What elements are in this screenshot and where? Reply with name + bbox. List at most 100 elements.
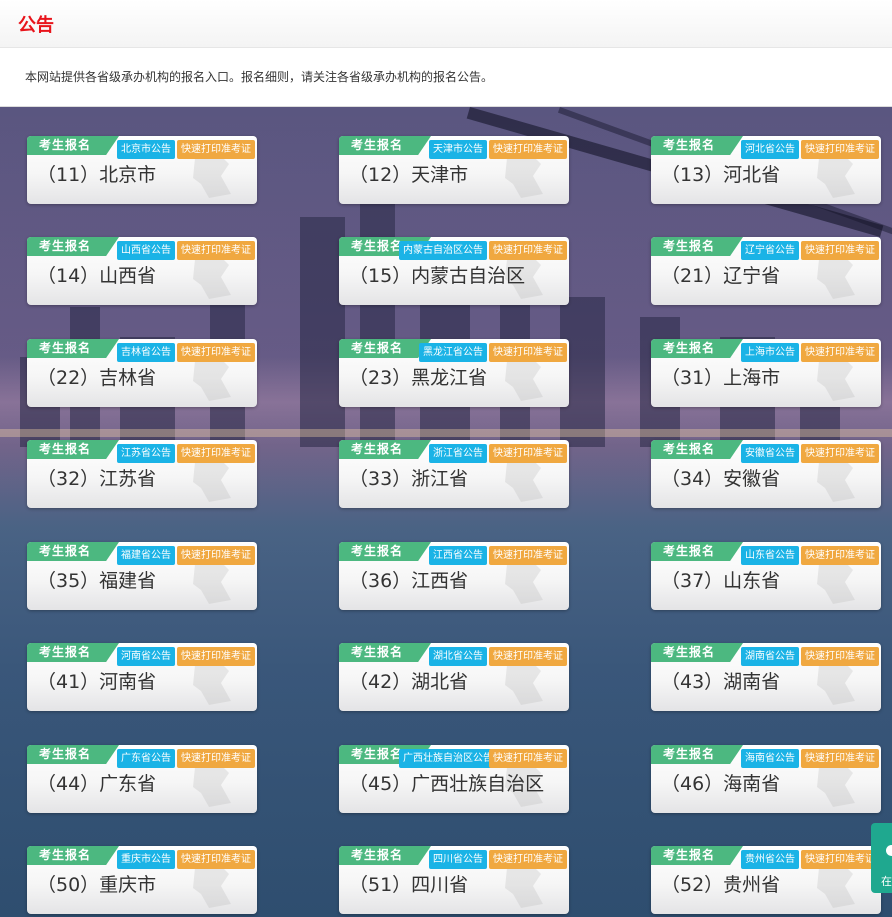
register-ribbon[interactable]: 考生报名 xyxy=(339,542,431,561)
province-notice-tag[interactable]: 重庆市公告 xyxy=(117,850,175,869)
province-notice-tag[interactable]: 四川省公告 xyxy=(429,850,487,869)
register-ribbon[interactable]: 考生报名 xyxy=(339,440,431,459)
province-card[interactable]: 考生报名 江苏省公告 快速打印准考证 （32）江苏省 xyxy=(27,440,257,508)
register-ribbon[interactable]: 考生报名 xyxy=(27,846,119,865)
province-card[interactable]: 考生报名 天津市公告 快速打印准考证 （12）天津市 xyxy=(339,136,569,204)
province-notice-tag[interactable]: 浙江省公告 xyxy=(429,444,487,463)
print-admission-ticket-tag[interactable]: 快速打印准考证 xyxy=(489,444,567,463)
print-admission-ticket-tag[interactable]: 快速打印准考证 xyxy=(177,444,255,463)
province-card[interactable]: 考生报名 河北省公告 快速打印准考证 （13）河北省 xyxy=(651,136,881,204)
province-notice-tag[interactable]: 北京市公告 xyxy=(117,140,175,159)
province-notice-tag[interactable]: 湖北省公告 xyxy=(429,647,487,666)
province-card[interactable]: 考生报名 安徽省公告 快速打印准考证 （34）安徽省 xyxy=(651,440,881,508)
register-ribbon[interactable]: 考生报名 xyxy=(27,237,119,256)
province-card[interactable]: 考生报名 北京市公告 快速打印准考证 （11）北京市 xyxy=(27,136,257,204)
province-card[interactable]: 考生报名 湖北省公告 快速打印准考证 （42）湖北省 xyxy=(339,643,569,711)
print-admission-ticket-tag[interactable]: 快速打印准考证 xyxy=(177,241,255,260)
print-admission-ticket-tag[interactable]: 快速打印准考证 xyxy=(801,241,879,260)
print-admission-ticket-tag[interactable]: 快速打印准考证 xyxy=(177,546,255,565)
province-card[interactable]: 考生报名 山西省公告 快速打印准考证 （14）山西省 xyxy=(27,237,257,305)
province-notice-tag[interactable]: 安徽省公告 xyxy=(741,444,799,463)
register-ribbon[interactable]: 考生报名 xyxy=(27,440,119,459)
province-card[interactable]: 考生报名 江西省公告 快速打印准考证 （36）江西省 xyxy=(339,542,569,610)
print-admission-ticket-tag[interactable]: 快速打印准考证 xyxy=(801,647,879,666)
register-ribbon[interactable]: 考生报名 xyxy=(651,846,743,865)
province-name: （22）吉林省 xyxy=(37,367,157,389)
province-card[interactable]: 考生报名 重庆市公告 快速打印准考证 （50）重庆市 xyxy=(27,846,257,914)
province-card[interactable]: 考生报名 福建省公告 快速打印准考证 （35）福建省 xyxy=(27,542,257,610)
print-admission-ticket-tag[interactable]: 快速打印准考证 xyxy=(489,850,567,869)
print-admission-ticket-tag[interactable]: 快速打印准考证 xyxy=(177,850,255,869)
print-admission-ticket-tag[interactable]: 快速打印准考证 xyxy=(489,647,567,666)
register-ribbon[interactable]: 考生报名 xyxy=(651,440,743,459)
province-notice-tag[interactable]: 广西壮族自治区公告 xyxy=(399,749,497,768)
province-card[interactable]: 考生报名 吉林省公告 快速打印准考证 （22）吉林省 xyxy=(27,339,257,407)
province-notice-tag[interactable]: 山东省公告 xyxy=(741,546,799,565)
register-ribbon[interactable]: 考生报名 xyxy=(27,136,119,155)
province-card[interactable]: 考生报名 四川省公告 快速打印准考证 （51）四川省 xyxy=(339,846,569,914)
province-notice-tag[interactable]: 山西省公告 xyxy=(117,241,175,260)
register-ribbon[interactable]: 考生报名 xyxy=(27,643,119,662)
register-ribbon[interactable]: 考生报名 xyxy=(651,136,743,155)
province-notice-tag[interactable]: 吉林省公告 xyxy=(117,343,175,362)
print-admission-ticket-tag[interactable]: 快速打印准考证 xyxy=(801,749,879,768)
province-card[interactable]: 考生报名 海南省公告 快速打印准考证 （46）海南省 xyxy=(651,745,881,813)
print-admission-ticket-tag[interactable]: 快速打印准考证 xyxy=(177,647,255,666)
province-notice-tag[interactable]: 海南省公告 xyxy=(741,749,799,768)
province-name: （14）山西省 xyxy=(37,265,157,287)
province-card[interactable]: 考生报名 上海市公告 快速打印准考证 （31）上海市 xyxy=(651,339,881,407)
province-notice-tag[interactable]: 江西省公告 xyxy=(429,546,487,565)
province-card[interactable]: 考生报名 广西壮族自治区公告 快速打印准考证 （45）广西壮族自治区 xyxy=(339,745,569,813)
province-name: （42）湖北省 xyxy=(349,671,469,693)
province-card[interactable]: 考生报名 内蒙古自治区公告 快速打印准考证 （15）内蒙古自治区 xyxy=(339,237,569,305)
register-ribbon[interactable]: 考生报名 xyxy=(27,745,119,764)
print-admission-ticket-tag[interactable]: 快速打印准考证 xyxy=(801,444,879,463)
province-card[interactable]: 考生报名 山东省公告 快速打印准考证 （37）山东省 xyxy=(651,542,881,610)
online-consult-button[interactable]: 在 xyxy=(871,823,892,893)
register-ribbon[interactable]: 考生报名 xyxy=(339,846,431,865)
print-admission-ticket-tag[interactable]: 快速打印准考证 xyxy=(801,546,879,565)
province-card[interactable]: 考生报名 湖南省公告 快速打印准考证 （43）湖南省 xyxy=(651,643,881,711)
province-notice-tag[interactable]: 天津市公告 xyxy=(429,140,487,159)
province-notice-tag[interactable]: 辽宁省公告 xyxy=(741,241,799,260)
print-admission-ticket-tag[interactable]: 快速打印准考证 xyxy=(489,749,567,768)
province-notice-tag[interactable]: 内蒙古自治区公告 xyxy=(399,241,487,260)
province-notice-tag[interactable]: 江苏省公告 xyxy=(117,444,175,463)
print-admission-ticket-tag[interactable]: 快速打印准考证 xyxy=(801,343,879,362)
register-ribbon[interactable]: 考生报名 xyxy=(27,542,119,561)
province-name: （35）福建省 xyxy=(37,570,157,592)
register-ribbon[interactable]: 考生报名 xyxy=(651,745,743,764)
register-ribbon[interactable]: 考生报名 xyxy=(339,643,431,662)
register-ribbon[interactable]: 考生报名 xyxy=(339,136,431,155)
province-notice-tag[interactable]: 福建省公告 xyxy=(117,546,175,565)
register-ribbon[interactable]: 考生报名 xyxy=(651,237,743,256)
register-ribbon[interactable]: 考生报名 xyxy=(651,542,743,561)
print-admission-ticket-tag[interactable]: 快速打印准考证 xyxy=(489,241,567,260)
register-ribbon[interactable]: 考生报名 xyxy=(27,339,119,358)
province-card[interactable]: 考生报名 浙江省公告 快速打印准考证 （33）浙江省 xyxy=(339,440,569,508)
print-admission-ticket-tag[interactable]: 快速打印准考证 xyxy=(489,140,567,159)
province-card[interactable]: 考生报名 广东省公告 快速打印准考证 （44）广东省 xyxy=(27,745,257,813)
print-admission-ticket-tag[interactable]: 快速打印准考证 xyxy=(489,546,567,565)
province-card[interactable]: 考生报名 黑龙江省公告 快速打印准考证 （23）黑龙江省 xyxy=(339,339,569,407)
province-notice-tag[interactable]: 河北省公告 xyxy=(741,140,799,159)
register-ribbon[interactable]: 考生报名 xyxy=(651,643,743,662)
print-admission-ticket-tag[interactable]: 快速打印准考证 xyxy=(489,343,567,362)
province-card[interactable]: 考生报名 辽宁省公告 快速打印准考证 （21）辽宁省 xyxy=(651,237,881,305)
province-name: （34）安徽省 xyxy=(661,468,781,490)
print-admission-ticket-tag[interactable]: 快速打印准考证 xyxy=(177,749,255,768)
province-card[interactable]: 考生报名 河南省公告 快速打印准考证 （41）河南省 xyxy=(27,643,257,711)
province-notice-tag[interactable]: 黑龙江省公告 xyxy=(419,343,487,362)
province-notice-tag[interactable]: 广东省公告 xyxy=(117,749,175,768)
province-notice-tag[interactable]: 河南省公告 xyxy=(117,647,175,666)
print-admission-ticket-tag[interactable]: 快速打印准考证 xyxy=(177,140,255,159)
province-notice-tag[interactable]: 上海市公告 xyxy=(741,343,799,362)
print-admission-ticket-tag[interactable]: 快速打印准考证 xyxy=(177,343,255,362)
province-card[interactable]: 考生报名 贵州省公告 快速打印准考证 （52）贵州省 xyxy=(651,846,881,914)
print-admission-ticket-tag[interactable]: 快速打印准考证 xyxy=(801,140,879,159)
province-notice-tag[interactable]: 湖南省公告 xyxy=(741,647,799,666)
register-ribbon[interactable]: 考生报名 xyxy=(339,339,431,358)
province-notice-tag[interactable]: 贵州省公告 xyxy=(741,850,799,869)
print-admission-ticket-tag[interactable]: 快速打印准考证 xyxy=(801,850,879,869)
register-ribbon[interactable]: 考生报名 xyxy=(651,339,743,358)
